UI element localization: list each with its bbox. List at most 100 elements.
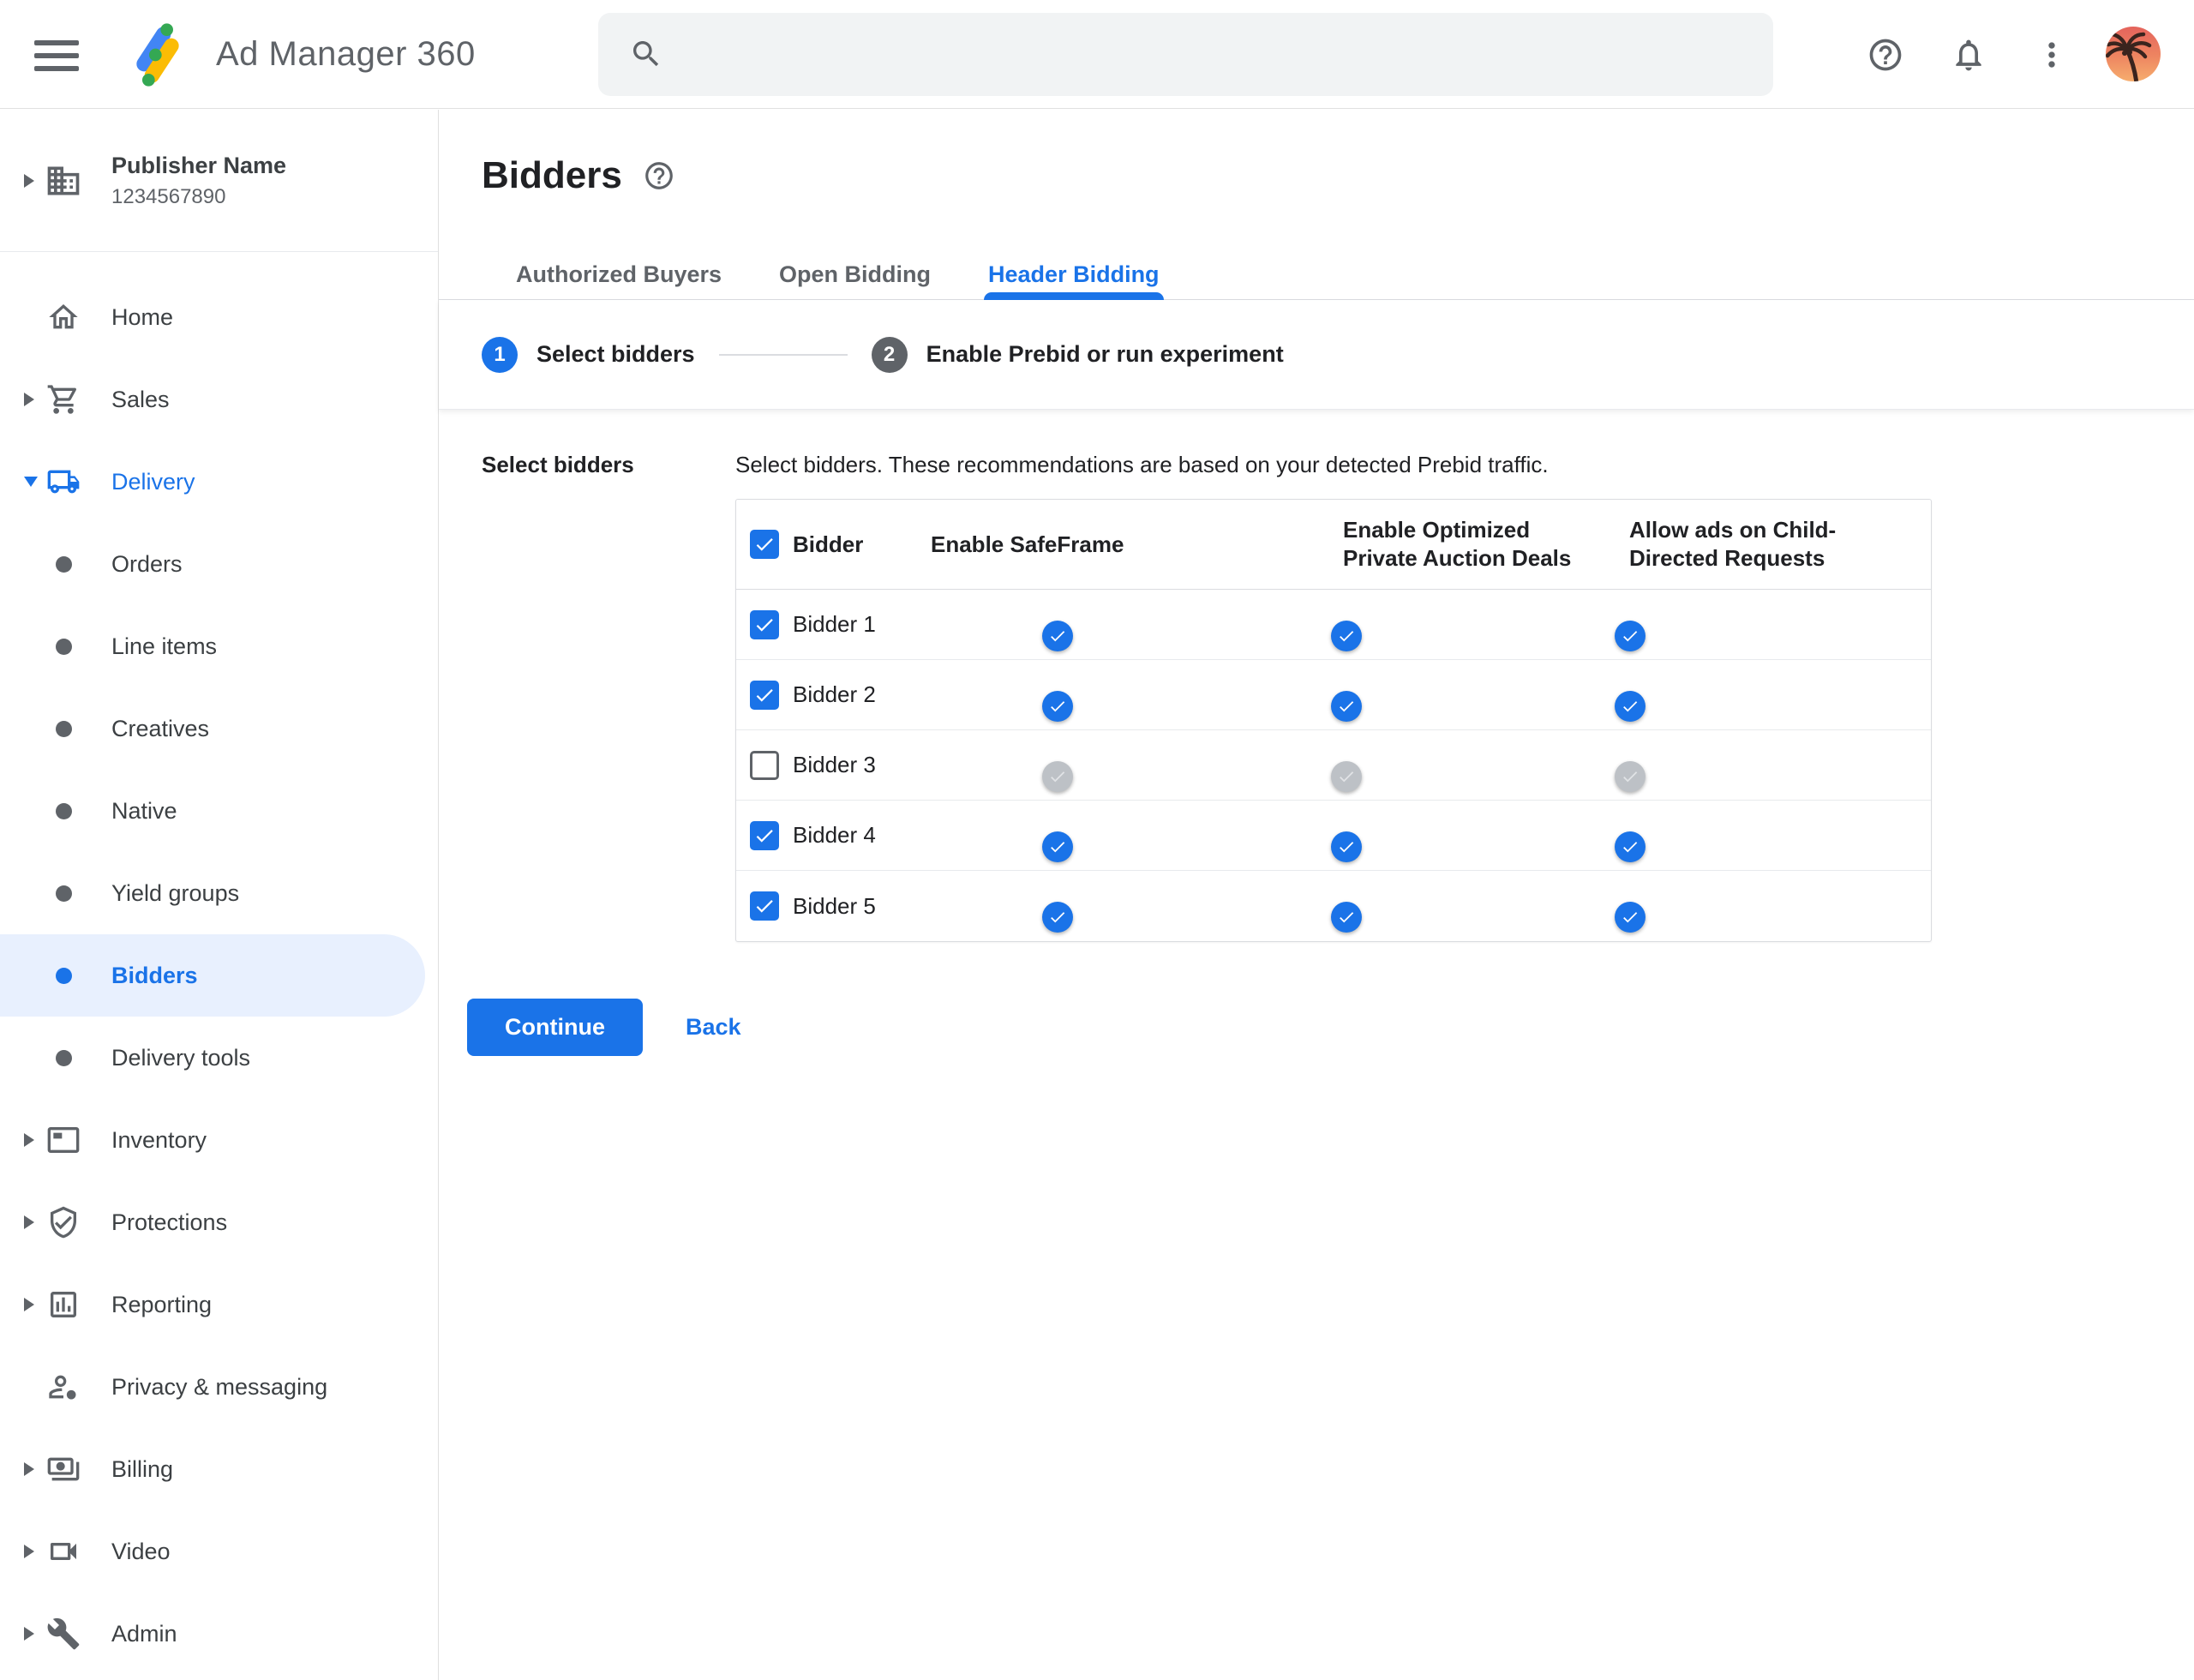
tab-header-bidding[interactable]: Header Bidding xyxy=(984,260,1164,300)
check-icon xyxy=(756,829,773,843)
sidebar-item-native[interactable]: Native xyxy=(0,770,438,852)
sidebar-item-inventory[interactable]: Inventory xyxy=(0,1099,438,1181)
bidder-name: Bidder 5 xyxy=(793,892,876,919)
product-name: Ad Manager 360 xyxy=(216,35,476,73)
ad-manager-app: Ad Manager 360 Publisher Name 1234567890… xyxy=(0,0,2194,1680)
bullet-icon xyxy=(55,638,72,655)
active-tab-indicator xyxy=(984,292,1164,300)
step-2-circle: 2 xyxy=(871,336,908,373)
row-checkbox[interactable] xyxy=(750,680,779,710)
expand-arrow-icon xyxy=(24,1133,34,1147)
column-header-bidder: Bidder xyxy=(793,531,864,557)
sidebar-item-reporting[interactable]: Reporting xyxy=(0,1263,438,1346)
expand-arrow-icon xyxy=(24,1462,34,1476)
menu-icon[interactable] xyxy=(34,33,79,77)
app-bar: Ad Manager 360 xyxy=(0,0,2194,109)
wrench-icon xyxy=(47,1617,80,1650)
sidebar-item-home[interactable]: Home xyxy=(0,276,438,358)
search-bar xyxy=(598,13,1773,96)
shield-check-icon xyxy=(51,1206,76,1239)
bullet-icon xyxy=(55,802,72,819)
bidder-name: Bidder 1 xyxy=(793,611,876,637)
toggle-knob xyxy=(1331,690,1362,722)
more-options-icon[interactable] xyxy=(2033,36,2071,74)
search-icon xyxy=(633,41,659,67)
toggle-knob xyxy=(1042,760,1073,792)
sidebar-item-privacy-messaging[interactable]: Privacy & messaging xyxy=(0,1346,438,1428)
sidebar-item-delivery[interactable]: Delivery xyxy=(0,441,438,523)
expand-arrow-icon xyxy=(24,173,34,188)
sidebar-item-orders[interactable]: Orders xyxy=(0,523,438,605)
sidebar-item-line-items[interactable]: Line items xyxy=(0,605,438,687)
sidebar: Publisher Name 1234567890 Home Sales Del… xyxy=(0,110,439,1680)
toggle-knob xyxy=(1331,902,1362,933)
toggle-knob xyxy=(1042,620,1073,651)
row-checkbox[interactable] xyxy=(750,820,779,850)
expand-arrow-icon xyxy=(24,1298,34,1311)
row-checkbox[interactable] xyxy=(750,891,779,921)
bar-chart-icon xyxy=(51,1292,76,1317)
row-checkbox[interactable] xyxy=(750,750,779,780)
sidebar-item-yield-groups[interactable]: Yield groups xyxy=(0,852,438,934)
bidder-name: Bidder 3 xyxy=(793,752,876,777)
toggle-knob xyxy=(1615,831,1646,862)
ad-manager-logo xyxy=(127,21,189,93)
expand-arrow-icon xyxy=(24,393,34,406)
sidebar-item-admin[interactable]: Admin xyxy=(0,1593,438,1675)
toggle-knob xyxy=(1615,690,1646,722)
sidebar-nav: Home Sales Delivery Orders Line items Cr… xyxy=(0,252,438,1675)
tab-open-bidding[interactable]: Open Bidding xyxy=(779,260,931,299)
table-row: Bidder 2 xyxy=(736,660,1931,730)
person-badge-icon xyxy=(49,1375,76,1400)
tab-bar: Authorized Buyers Open Bidding Header Bi… xyxy=(439,260,2194,300)
stepper: 1 Select bidders 2 Enable Prebid or run … xyxy=(439,300,2194,410)
tab-authorized-buyers[interactable]: Authorized Buyers xyxy=(516,260,722,299)
sidebar-item-protections[interactable]: Protections xyxy=(0,1181,438,1263)
payments-icon xyxy=(47,1457,80,1481)
sidebar-item-billing[interactable]: Billing xyxy=(0,1428,438,1510)
check-icon xyxy=(756,900,773,913)
expand-arrow-icon xyxy=(24,1627,34,1641)
page-help-icon[interactable] xyxy=(643,159,675,192)
search-input[interactable] xyxy=(687,13,1750,96)
notifications-icon[interactable] xyxy=(1950,36,1987,74)
toggle-knob xyxy=(1331,831,1362,862)
sidebar-item-sales[interactable]: Sales xyxy=(0,358,438,441)
select-all-checkbox[interactable] xyxy=(750,530,779,559)
expand-arrow-icon xyxy=(24,1545,34,1558)
main-content: Bidders Authorized Buyers Open Bidding H… xyxy=(439,110,2194,1680)
palm-tree-icon xyxy=(2106,32,2152,81)
back-link[interactable]: Back xyxy=(686,1014,741,1041)
continue-button[interactable]: Continue xyxy=(467,999,643,1056)
bullet-icon xyxy=(55,885,72,902)
collapse-arrow-icon xyxy=(24,477,38,487)
toggle-knob xyxy=(1331,760,1362,792)
step-2-label: Enable Prebid or run experiment xyxy=(926,341,1284,367)
check-icon xyxy=(756,538,773,551)
toggle-knob xyxy=(1331,620,1362,651)
bullet-icon xyxy=(55,720,72,737)
column-header-child-directed: Allow ads on Child-Directed Requests xyxy=(1629,517,1837,571)
sidebar-item-delivery-tools[interactable]: Delivery tools xyxy=(0,1017,438,1099)
ad-unit-icon xyxy=(47,1127,80,1153)
form-actions: Continue Back xyxy=(439,999,2194,1056)
sidebar-item-video[interactable]: Video xyxy=(0,1510,438,1593)
section-label: Select bidders xyxy=(482,452,634,477)
publisher-switcher[interactable]: Publisher Name 1234567890 xyxy=(0,110,438,252)
account-avatar[interactable] xyxy=(2106,27,2161,81)
bidder-name: Bidder 4 xyxy=(793,822,876,848)
row-checkbox[interactable] xyxy=(750,609,779,639)
step-1-circle: 1 xyxy=(482,336,518,373)
sidebar-item-creatives[interactable]: Creatives xyxy=(0,687,438,770)
column-header-optimized-deals: Enable Optimized Private Auction Deals xyxy=(1343,517,1572,571)
truck-icon xyxy=(47,470,80,494)
bullet-icon xyxy=(55,1049,72,1066)
sidebar-item-bidders[interactable]: Bidders xyxy=(0,934,425,1017)
toggle-knob xyxy=(1615,620,1646,651)
bidders-table: Bidder Enable SafeFrame Enable Optimized… xyxy=(735,499,1932,942)
bidder-name: Bidder 2 xyxy=(793,681,876,707)
help-icon[interactable] xyxy=(1867,36,1904,74)
step-1-label: Select bidders xyxy=(537,341,695,367)
table-row: Bidder 3 xyxy=(736,730,1931,801)
column-header-safeframe: Enable SafeFrame xyxy=(931,531,1124,557)
